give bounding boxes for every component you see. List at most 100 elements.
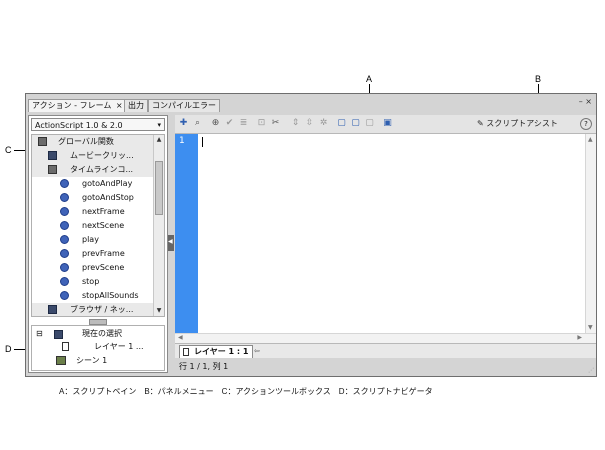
scroll-up-icon[interactable]: ▲ <box>588 136 593 143</box>
scroll-left-icon[interactable]: ◀ <box>178 334 183 341</box>
function-icon <box>60 235 69 244</box>
collapse-between-braces-icon[interactable]: ⇕ <box>290 118 301 129</box>
auto-format-icon[interactable]: ≣ <box>238 118 249 129</box>
callout-a: A <box>366 74 373 84</box>
list-item[interactable]: stopAllSounds <box>32 289 154 303</box>
tab-output[interactable]: 出力 <box>124 99 148 112</box>
tab-compiler-errors-label: コンパイルエラー <box>152 101 216 110</box>
script-toolbar: ✚ ⌕ ⊕ ✔ ≣ ⊡ ✂ ⇕ ⇳ ✲ ▢ ▢ ▢ ▣ ✎ スクリプトアシスト … <box>175 115 596 134</box>
list-item[interactable]: gotoAndStop <box>32 191 154 205</box>
list-item-label: prevFrame <box>82 249 125 258</box>
panel-close-icon[interactable]: × <box>585 97 592 106</box>
language-select[interactable]: ActionScript 1.0 & 2.0 ▾ <box>31 118 165 131</box>
list-item[interactable]: nextFrame <box>32 205 154 219</box>
script-assist-button[interactable]: ✎ スクリプトアシスト <box>477 118 558 129</box>
list-item[interactable]: グローバル関数 <box>32 135 154 149</box>
list-item-label: ブラウザ / ネッ... <box>70 305 134 314</box>
editor-vertical-scrollbar[interactable]: ▲ ▼ <box>585 134 596 333</box>
cursor-position: 行 1 / 1, 列 1 <box>179 362 229 371</box>
scroll-down-icon[interactable]: ▼ <box>154 306 164 316</box>
list-item-label: stop <box>82 277 100 286</box>
chevron-down-icon[interactable]: ▾ <box>157 119 161 132</box>
scroll-up-icon[interactable]: ▲ <box>154 135 164 145</box>
list-item-label: gotoAndPlay <box>82 179 133 188</box>
collapse-toggle-icon[interactable]: ⊟ <box>36 329 43 338</box>
tab-layer-frame[interactable]: レイヤー 1 : 1 <box>179 345 254 359</box>
scroll-down-icon[interactable]: ▼ <box>588 324 593 331</box>
editor-horizontal-scrollbar[interactable]: ◀ ▶ <box>175 333 596 343</box>
collapse-selection-icon[interactable]: ⇳ <box>304 118 315 129</box>
add-item-icon[interactable]: ✚ <box>178 118 189 129</box>
line-number-gutter: 1 <box>175 134 198 333</box>
minimize-icon[interactable]: – <box>579 97 583 106</box>
collapse-toolbox-bar[interactable]: ◀ <box>168 115 174 373</box>
tab-compiler-errors[interactable]: コンパイルエラー <box>148 99 220 112</box>
callout-c: C <box>5 145 12 155</box>
pin-script-icon[interactable]: ⇦ <box>254 347 266 355</box>
script-assist-label: スクリプトアシスト <box>486 119 558 128</box>
tree-item-label: シーン 1 <box>76 356 108 365</box>
language-select-value: ActionScript 1.0 & 2.0 <box>35 121 123 130</box>
callout-b: B <box>535 74 542 84</box>
layer-doc-icon <box>62 342 69 351</box>
scroll-thumb[interactable] <box>155 161 163 215</box>
list-item[interactable]: prevFrame <box>32 247 154 261</box>
list-item-label: ムービークリッ... <box>70 151 134 160</box>
list-item-label: gotoAndStop <box>82 193 134 202</box>
book-icon <box>48 151 57 160</box>
wand-icon: ✎ <box>477 119 484 128</box>
tree-item-label: 現在の選択 <box>82 329 122 338</box>
function-icon <box>60 193 69 202</box>
status-bar: 行 1 / 1, 列 1 ⋰ <box>175 358 596 376</box>
toolbox-scrollbar[interactable]: ▲ ▼ <box>153 135 164 316</box>
tree-item-label: レイヤー 1 ... <box>94 342 144 351</box>
scene-icon <box>56 356 66 365</box>
list-item[interactable]: ムービークリッ... <box>32 149 154 163</box>
script-pane[interactable]: 1 ▲ ▼ <box>175 134 596 333</box>
find-icon[interactable]: ⌕ <box>192 118 203 129</box>
insert-target-path-icon[interactable]: ⊕ <box>210 118 221 129</box>
function-icon <box>60 277 69 286</box>
book-open-icon <box>38 137 47 146</box>
scroll-right-icon[interactable]: ▶ <box>577 334 582 341</box>
resize-grip-icon[interactable]: ⋰ <box>588 367 594 374</box>
help-icon[interactable]: ? <box>580 118 592 130</box>
list-item[interactable]: gotoAndPlay <box>32 177 154 191</box>
collapse-arrow-icon[interactable]: ◀ <box>168 235 174 251</box>
list-item-label: prevScene <box>82 263 125 272</box>
text-cursor <box>202 137 203 147</box>
debug-options-icon[interactable]: ✂ <box>270 118 281 129</box>
code-hint-icon[interactable]: ⊡ <box>256 118 267 129</box>
list-item[interactable]: ブラウザ / ネッ... <box>32 303 154 316</box>
line-number: 1 <box>179 136 185 146</box>
apply-line-comment-icon[interactable]: ▢ <box>350 118 361 129</box>
show-hide-toolbox-icon[interactable]: ▣ <box>382 118 393 129</box>
list-item-label: stopAllSounds <box>82 291 139 300</box>
callout-d: D <box>5 344 12 354</box>
list-item[interactable]: nextScene <box>32 219 154 233</box>
layer-frame-tab-bar: レイヤー 1 : 1 ⇦ <box>175 343 596 359</box>
tab-actions-frame[interactable]: アクション - フレーム × <box>28 99 127 112</box>
list-item[interactable]: prevScene <box>32 261 154 275</box>
script-navigator: ⊟ 現在の選択 レイヤー 1 ... シーン 1 <box>31 325 165 371</box>
list-item[interactable]: stop <box>32 275 154 289</box>
panel-menu[interactable]: – × <box>579 97 592 106</box>
list-item-label: play <box>82 235 99 244</box>
function-icon <box>60 207 69 216</box>
tab-output-label: 出力 <box>128 101 144 110</box>
tab-layer-frame-label: レイヤー 1 : 1 <box>194 347 249 356</box>
tab-actions-frame-label: アクション - フレーム <box>32 101 112 110</box>
list-item-label: nextFrame <box>82 207 125 216</box>
function-icon <box>60 291 69 300</box>
list-item[interactable]: play <box>32 233 154 247</box>
list-item-label: グローバル関数 <box>58 137 114 146</box>
close-icon[interactable]: × <box>116 101 123 110</box>
tree-item[interactable]: ⊟ 現在の選択 <box>36 328 122 340</box>
check-syntax-icon[interactable]: ✔ <box>224 118 235 129</box>
list-item[interactable]: タイムラインコ... <box>32 163 154 177</box>
remove-comment-icon[interactable]: ▢ <box>364 118 375 129</box>
apply-block-comment-icon[interactable]: ▢ <box>336 118 347 129</box>
expand-all-icon[interactable]: ✲ <box>318 118 329 129</box>
list-item-label: nextScene <box>82 221 125 230</box>
tab-bar: アクション - フレーム × 出力 コンパイルエラー – × <box>26 96 596 112</box>
